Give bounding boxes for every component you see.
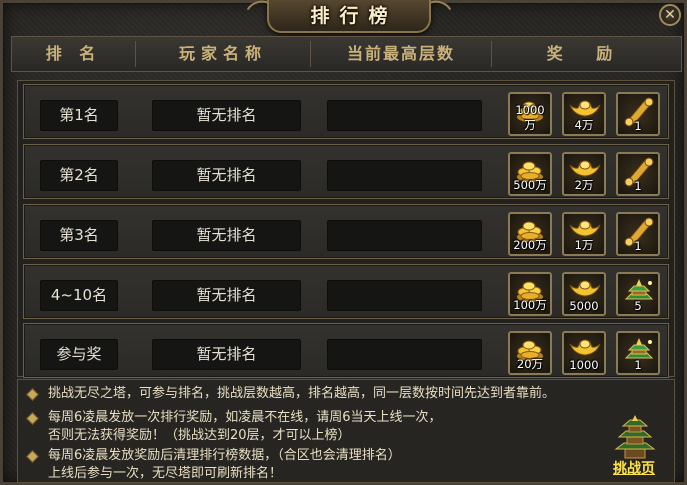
reward-count: 1万 [574,238,594,252]
highest-floor [327,280,482,311]
table-header: 排 名 玩家名称 当前最高层数 奖 励 [11,36,682,72]
player-name: 暂无排名 [152,280,301,311]
header-reward: 奖 励 [546,44,627,63]
close-button[interactable]: ✕ [659,4,681,26]
player-name: 暂无排名 [152,220,301,251]
player-name: 暂无排名 [152,160,301,191]
note-line: 每周6凌晨发放一次排行奖励，如凌晨不在线，请周6当天上线一次， [48,410,442,425]
note-line: 否则无法获得奖励！（挑战达到20层，才可以上榜） [48,428,351,443]
ranking-row: 4~10名 暂无排名 100万 5000 5 [23,264,669,319]
reward-slot[interactable]: 5000 [562,272,606,316]
highest-floor [327,160,482,191]
reward-count: 20万 [516,357,544,371]
reward-count: 1000万 [515,103,545,132]
reward-slot[interactable]: 200万 [508,212,552,256]
reward-count: 5 [634,299,642,313]
reward-slot[interactable]: 2万 [562,152,606,196]
reward-count: 200万 [513,238,547,252]
reward-slot[interactable]: 1 [616,212,660,256]
reward-slot[interactable]: 1 [616,152,660,196]
ranking-row: 第1名 暂无排名 1000万 4万 1 [23,84,669,139]
tower-icon[interactable] [612,415,658,459]
title-plate: 排行榜 [241,0,457,33]
ranking-row: 第3名 暂无排名 200万 1万 1 [23,204,669,259]
reward-count: 4万 [574,118,594,132]
ranking-list: 第1名 暂无排名 1000万 4万 1 第2名 暂无排名 500万 2万 1 第3名 暂无排名 200万… [17,80,675,378]
highest-floor [327,100,482,131]
rank-label: 参与奖 [40,339,118,370]
note-line: 每周6凌晨发放奖励后清理排行榜数据，（合区也会清理排名） [48,448,401,463]
reward-slot[interactable]: 1000万 [508,92,552,136]
reward-slot[interactable]: 1万 [562,212,606,256]
bullet-icon [26,388,39,401]
rank-label: 4~10名 [40,280,118,311]
note-line: 挑战无尽之塔，可参与排名，挑战层数越高，排名越高，同一层数按时间先达到者靠前。 [48,386,556,401]
note-line: 上线后参与一次，无尽塔即可刷新排名！ [48,466,283,481]
reward-slot[interactable]: 20万 [508,331,552,375]
reward-slot[interactable]: 100万 [508,272,552,316]
header-floor: 当前最高层数 [346,44,455,63]
rules-notes: 挑战无尽之塔，可参与排名，挑战层数越高，排名越高，同一层数按时间先达到者靠前。 … [17,379,675,483]
reward-slot[interactable]: 1000 [562,331,606,375]
reward-count: 5000 [569,299,599,313]
reward-count: 100万 [513,298,547,312]
header-rank: 排 名 [45,44,102,63]
reward-count: 1000 [569,358,599,372]
reward-count: 1 [634,358,642,372]
reward-count: 500万 [513,178,547,192]
ranking-row: 参与奖 暂无排名 20万 1000 1 [23,323,669,378]
window-title: 排行榜 [310,4,398,27]
highest-floor [327,220,482,251]
rank-label: 第1名 [40,100,118,131]
bullet-icon [26,450,39,463]
highest-floor [327,339,482,370]
reward-slot[interactable]: 5 [616,272,660,316]
reward-slot[interactable]: 1 [616,92,660,136]
challenge-page-link[interactable]: 挑战页 [613,458,655,478]
reward-count: 1 [634,119,642,133]
reward-slot[interactable]: 500万 [508,152,552,196]
reward-count: 1 [634,239,642,253]
reward-slot[interactable]: 4万 [562,92,606,136]
ranking-row: 第2名 暂无排名 500万 2万 1 [23,144,669,199]
close-icon: ✕ [664,7,676,23]
title-ornament-right [419,0,457,30]
player-name: 暂无排名 [152,100,301,131]
bullet-icon [26,412,39,425]
rank-label: 第3名 [40,220,118,251]
reward-slot[interactable]: 1 [616,331,660,375]
reward-count: 2万 [574,178,594,192]
title-ornament-left [241,0,279,30]
player-name: 暂无排名 [152,339,301,370]
header-player: 玩家名称 [178,44,267,63]
reward-count: 1 [634,179,642,193]
leaderboard-panel: 排行榜 ✕ 排 名 玩家名称 当前最高层数 奖 励 第1名 暂无排名 1000万 4万… [0,0,687,485]
rank-label: 第2名 [40,160,118,191]
